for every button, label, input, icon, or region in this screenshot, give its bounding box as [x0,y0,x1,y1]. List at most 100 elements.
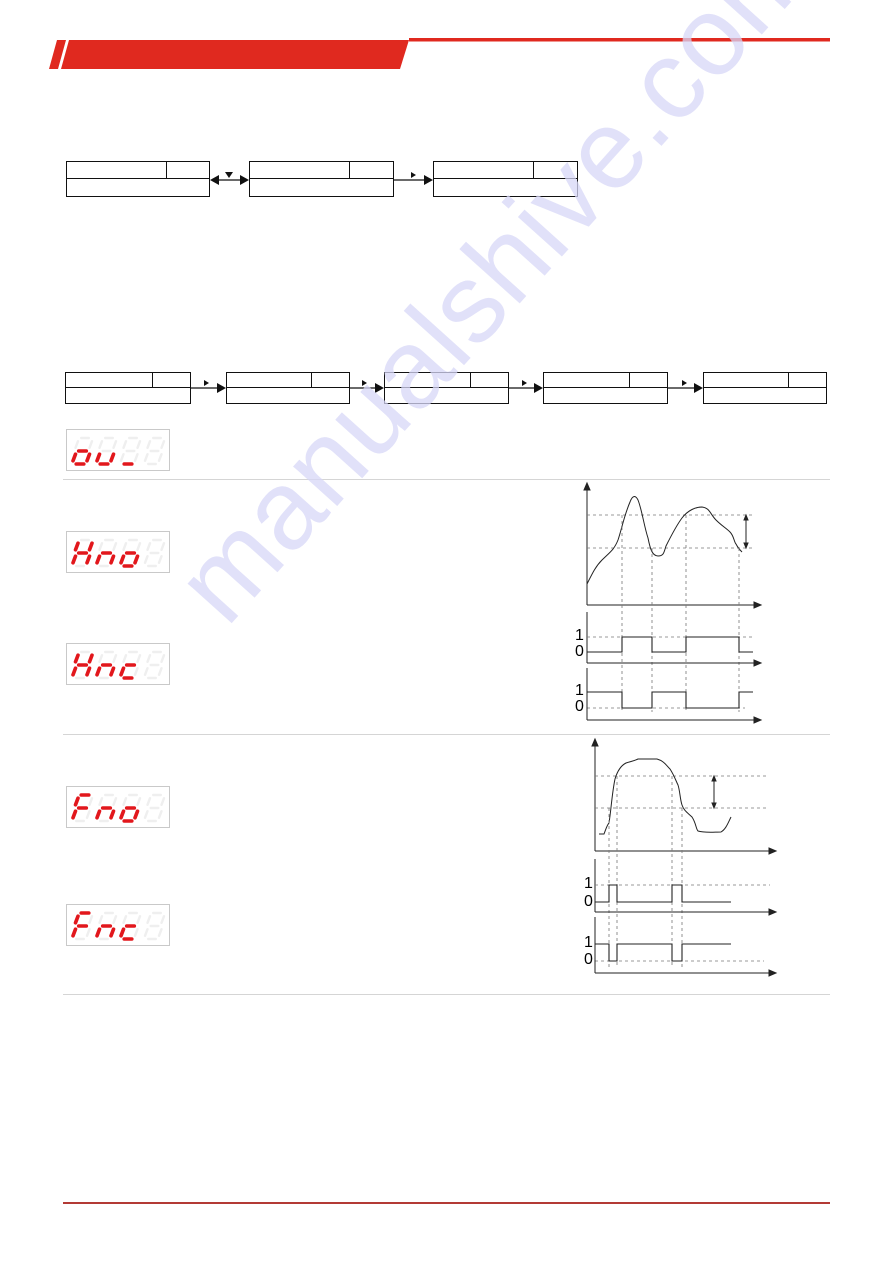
down-arrow-icon [225,172,233,178]
level-1-label: 1 [584,875,593,892]
level-1-label: 1 [575,627,584,644]
segment-unlit [119,453,125,462]
segment-unlit [133,667,139,676]
flow-row-1-connectors [210,172,433,185]
segment-unlit [98,653,104,663]
segment-lit [109,927,116,938]
segment-unlit [98,796,104,806]
segment-unlit [146,653,152,663]
segment-unlit [98,541,104,551]
segment-unlit [143,667,149,676]
right-arrow-icon [191,380,226,393]
level-1-label: 1 [575,682,584,699]
segment-lit [133,809,140,820]
segment-unlit [146,914,152,924]
segment-lit [71,809,78,820]
segment-lit [87,653,94,664]
transition-guides [608,776,683,967]
segment-unlit [157,453,163,462]
segment-lit [73,796,80,807]
segment-lit [85,666,92,677]
threshold-lines [587,514,752,549]
footer-rule [63,1202,830,1204]
analog-axes [591,737,778,855]
analog-axes [583,481,763,609]
segment-lit [109,452,116,463]
level-0-label: 0 [584,893,593,910]
segment-unlit [157,555,163,564]
header-banner [49,38,830,69]
segment-unlit [143,453,149,462]
segment-lit [71,927,78,938]
segment-lit [119,554,126,565]
segment-unlit [160,796,166,806]
segment-lit [71,554,78,565]
segment-lit [119,666,126,677]
signal-curve [599,758,732,835]
segment-unlit [133,453,139,462]
segment-unlit [88,439,94,449]
flow-row-2-connectors [191,380,703,393]
segment-unlit [160,541,166,551]
segment-lit [73,541,80,552]
segment-lit [85,452,92,463]
segment-lit [109,666,116,677]
segment-unlit [143,555,149,564]
segment-unlit [143,810,149,819]
level-0-label: 0 [584,951,593,968]
hysteresis-arrow-icon [743,513,749,550]
right-arrow-icon [350,380,384,393]
output-nc-axes [586,668,763,724]
segment-lit [109,554,116,565]
level-guides [587,636,753,709]
level-1-label: 1 [584,934,593,951]
segment-unlit [85,810,91,819]
segment-unlit [146,439,152,449]
segment-unlit [112,439,118,449]
segment-unlit [122,541,128,551]
segment-lit [119,809,126,820]
segment-unlit [136,914,142,924]
header-stripe-main [61,40,409,69]
segment-unlit [160,653,166,663]
output-fno-signal [595,884,731,903]
output-fnc-signal [595,943,731,962]
segment-unlit [136,541,142,551]
segment-lit [95,554,102,565]
output-fnc-axes [594,917,778,977]
segment-unlit [85,928,91,937]
segment-lit [95,809,102,820]
segment-unlit [88,796,94,806]
segment-unlit [122,653,128,663]
segment-unlit [136,439,142,449]
segment-unlit [122,439,128,449]
seven-segment-readout [71,911,166,941]
display-fno [66,786,170,828]
level-0-label: 0 [575,698,584,715]
segment-unlit [112,653,118,663]
seven-segment-readout [71,650,166,680]
segment-unlit [74,439,80,449]
output-no-signal [587,636,753,653]
segment-lit [95,666,102,677]
window-arrow-icon [711,774,717,810]
segment-lit [109,809,116,820]
signal-curve [586,496,743,585]
segment-unlit [160,439,166,449]
segment-unlit [146,796,152,806]
segment-lit [95,452,102,463]
output-nc-signal [587,691,753,709]
display-fnc [66,904,170,946]
segment-unlit [136,653,142,663]
section-divider [63,994,830,995]
display-hnc [66,643,170,685]
segment-unlit [157,928,163,937]
seven-segment-readout [71,793,166,823]
segment-unlit [136,796,142,806]
display-hno [66,531,170,573]
segment-unlit [112,541,118,551]
segment-unlit [157,667,163,676]
segment-unlit [112,796,118,806]
window-timing-diagram: 1 0 1 0 [584,737,778,977]
segment-lit [119,927,126,938]
